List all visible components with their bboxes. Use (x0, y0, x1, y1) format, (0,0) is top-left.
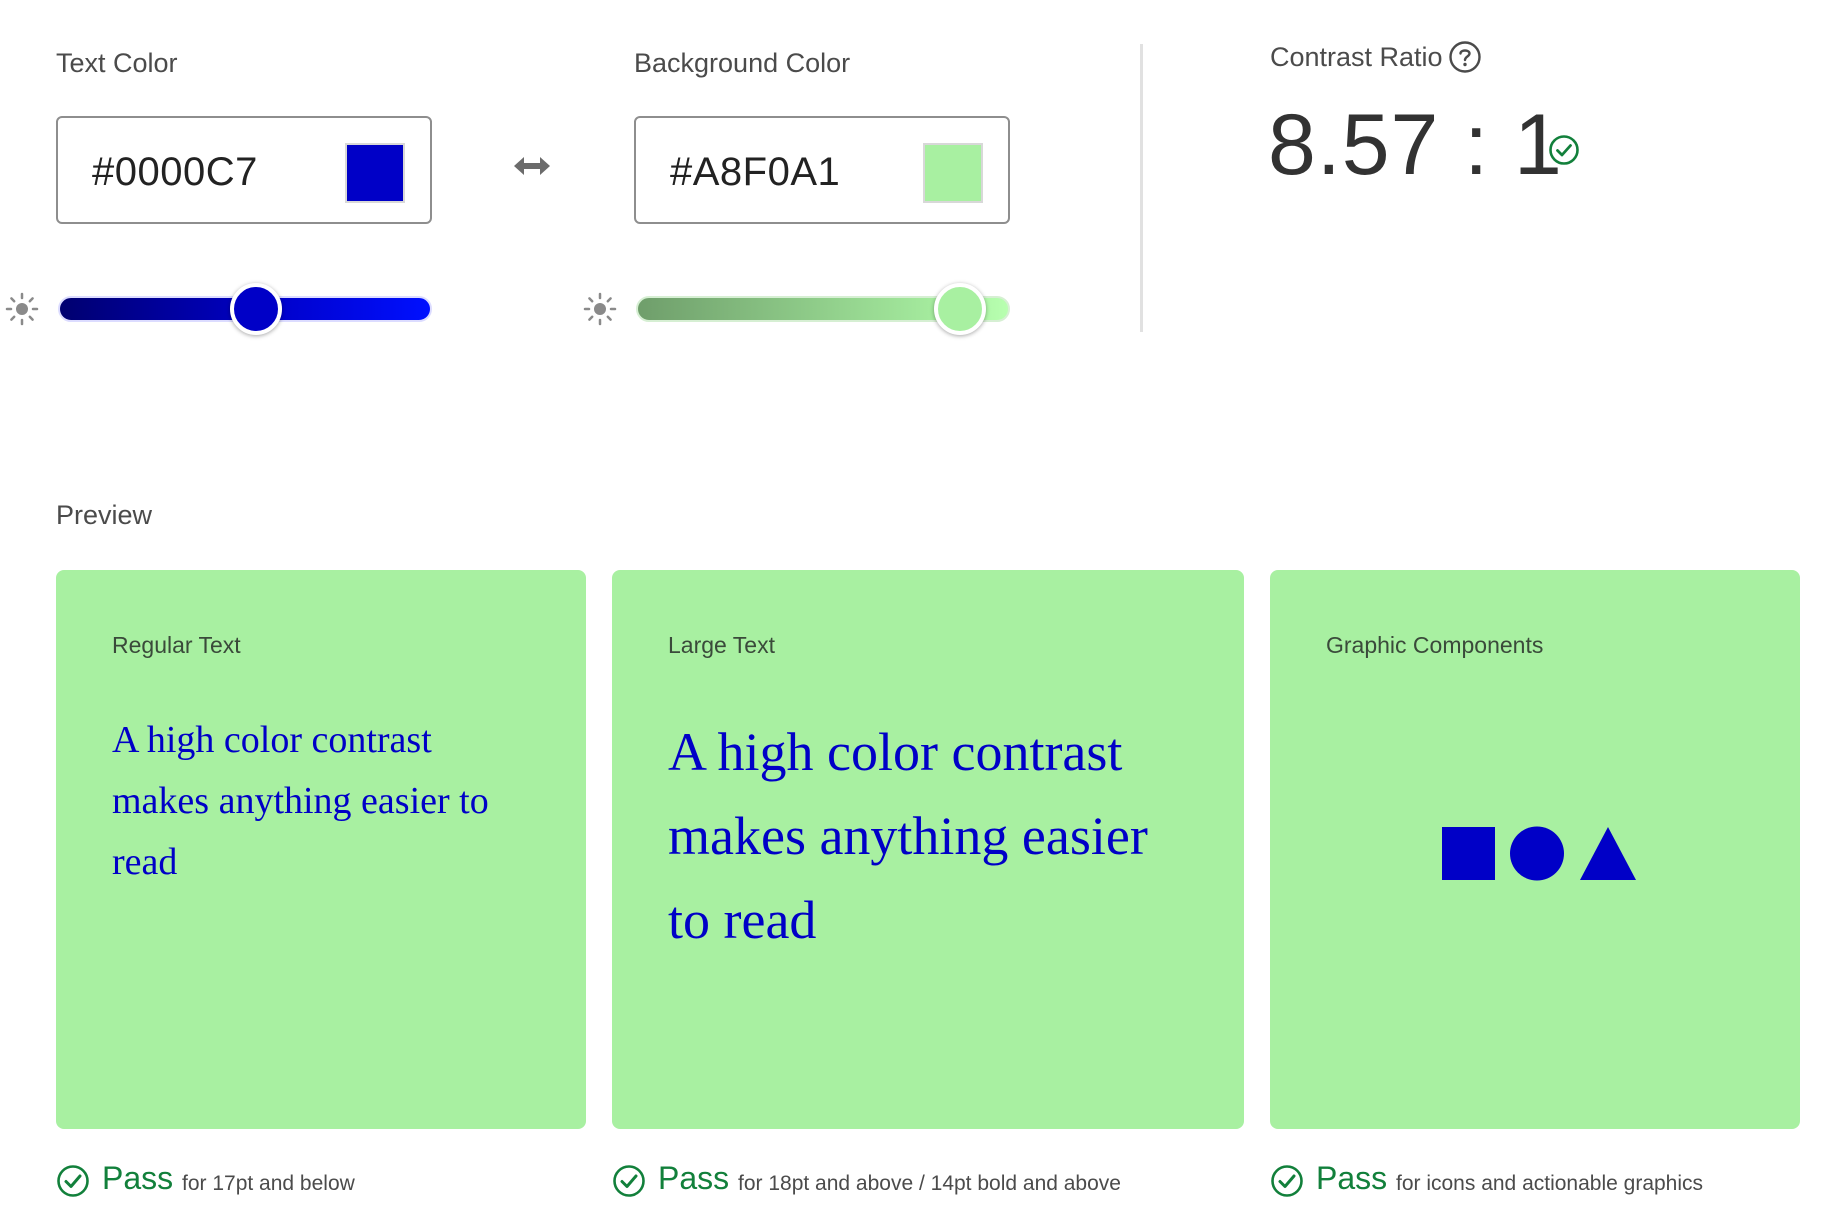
preview-label: Preview (56, 500, 153, 530)
triangle-icon (1580, 827, 1636, 880)
graphic-components-result: Pass for icons and actionable graphics (1270, 1160, 1810, 1204)
preview-card-regular-text: Regular Text A high color contrast makes… (56, 570, 586, 1129)
question-mark-icon[interactable] (1448, 40, 1482, 74)
large-text-sample: A high color contrast makes anything eas… (668, 722, 1148, 950)
preview-card-large-text: Large Text A high color contrast makes a… (612, 570, 1244, 1129)
contrast-ratio-label: Contrast Ratio (1270, 42, 1443, 72)
pass-status: Pass (658, 1160, 730, 1196)
regular-text-sample: A high color contrast makes anything eas… (112, 719, 489, 883)
swap-arrows-icon[interactable] (512, 154, 552, 178)
brightness-icon (583, 292, 617, 326)
text-color-field[interactable]: #0000C7 (56, 116, 432, 224)
regular-text-result: Pass for 17pt and below (56, 1160, 556, 1204)
large-text-result: Pass for 18pt and above / 14pt bold and … (612, 1160, 1252, 1204)
background-color-field[interactable]: #A8F0A1 (634, 116, 1010, 224)
pass-status: Pass (102, 1160, 174, 1196)
pass-description: for 18pt and above / 14pt bold and above (738, 1172, 1121, 1195)
card-title: Regular Text (112, 632, 241, 658)
graphic-shapes (1442, 826, 1636, 881)
check-circle-icon (613, 1165, 645, 1197)
square-icon (1442, 827, 1495, 880)
text-color-hex-value[interactable]: #0000C7 (92, 150, 258, 195)
background-color-label: Background Color (634, 48, 851, 78)
check-circle-icon (1271, 1165, 1303, 1197)
contrast-ratio-value: 8.57 : 1 (1268, 97, 1563, 193)
check-circle-icon (1549, 135, 1579, 165)
check-circle-icon (57, 1165, 89, 1197)
background-color-swatch[interactable] (923, 143, 983, 203)
background-color-slider-thumb[interactable] (934, 283, 986, 335)
brightness-icon (5, 292, 39, 326)
text-color-label: Text Color (56, 48, 178, 78)
preview-card-graphic-components: Graphic Components (1270, 570, 1800, 1129)
vertical-divider (1140, 44, 1143, 332)
text-color-slider-thumb[interactable] (230, 283, 282, 335)
pass-status: Pass (1316, 1160, 1388, 1196)
background-color-hex-value[interactable]: #A8F0A1 (670, 150, 840, 195)
circle-icon (1510, 826, 1564, 881)
card-title: Large Text (668, 632, 775, 658)
pass-description: for icons and actionable graphics (1396, 1172, 1704, 1195)
card-title: Graphic Components (1326, 632, 1544, 658)
pass-description: for 17pt and below (182, 1172, 355, 1195)
text-color-swatch[interactable] (345, 143, 405, 203)
